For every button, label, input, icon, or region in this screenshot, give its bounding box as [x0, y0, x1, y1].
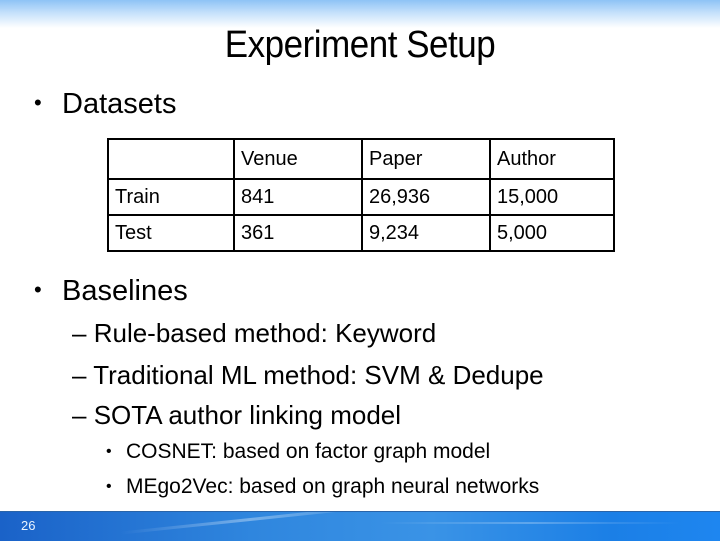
- footer-light-streak: [120, 512, 380, 535]
- table-header-row: Venue Paper Author: [107, 138, 615, 180]
- table-row: Train 841 26,936 15,000: [107, 178, 615, 216]
- bullet-datasets: • Datasets: [34, 88, 176, 121]
- datasets-heading: Datasets: [62, 88, 177, 120]
- table-cell: 9,234: [361, 214, 491, 252]
- table-cell: 26,936: [361, 178, 491, 216]
- baseline-item-text: Traditional ML method: SVM & Dedupe: [93, 360, 544, 390]
- baseline-item: – SOTA author linking model: [72, 400, 401, 431]
- baseline-sub-item-text: COSNET: based on factor graph model: [126, 440, 491, 463]
- table-cell: 841: [233, 178, 363, 216]
- table-cell: 361: [233, 214, 363, 252]
- table-cell: Train: [107, 178, 235, 216]
- bullet-icon: •: [106, 478, 112, 495]
- table-cell: 15,000: [489, 178, 615, 216]
- baseline-sub-item-text: MEgo2Vec: based on graph neural networks: [126, 475, 540, 498]
- table-cell: 5,000: [489, 214, 615, 252]
- table-row: Test 361 9,234 5,000: [107, 214, 615, 252]
- baseline-item-text: Rule-based method: Keyword: [93, 318, 437, 348]
- bullet-icon: •: [106, 443, 112, 460]
- page-number: 26: [21, 518, 36, 533]
- bullet-icon: •: [34, 90, 42, 115]
- table-header-cell: [107, 138, 235, 180]
- bullet-icon: •: [34, 277, 42, 302]
- bullet-baselines: • Baselines: [34, 275, 188, 308]
- baseline-sub-item: • COSNET: based on factor graph model: [106, 440, 490, 464]
- dash-icon: –: [72, 400, 87, 430]
- footer-band: 26: [0, 511, 720, 541]
- baselines-heading: Baselines: [62, 275, 188, 307]
- baseline-sub-item: • MEgo2Vec: based on graph neural network…: [106, 475, 539, 499]
- baseline-item-text: SOTA author linking model: [93, 400, 402, 430]
- datasets-table: Venue Paper Author Train 841 26,936 15,0…: [107, 138, 615, 252]
- slide-title: Experiment Setup: [224, 24, 496, 66]
- dash-icon: –: [72, 318, 87, 348]
- table-header-cell: Paper: [361, 138, 491, 180]
- table-header-cell: Author: [489, 138, 615, 180]
- baseline-item: – Traditional ML method: SVM & Dedupe: [72, 360, 544, 391]
- dash-icon: –: [72, 360, 87, 390]
- table-cell: Test: [107, 214, 235, 252]
- footer-light-streak: [380, 522, 680, 524]
- table-header-cell: Venue: [233, 138, 363, 180]
- baseline-item: – Rule-based method: Keyword: [72, 318, 436, 349]
